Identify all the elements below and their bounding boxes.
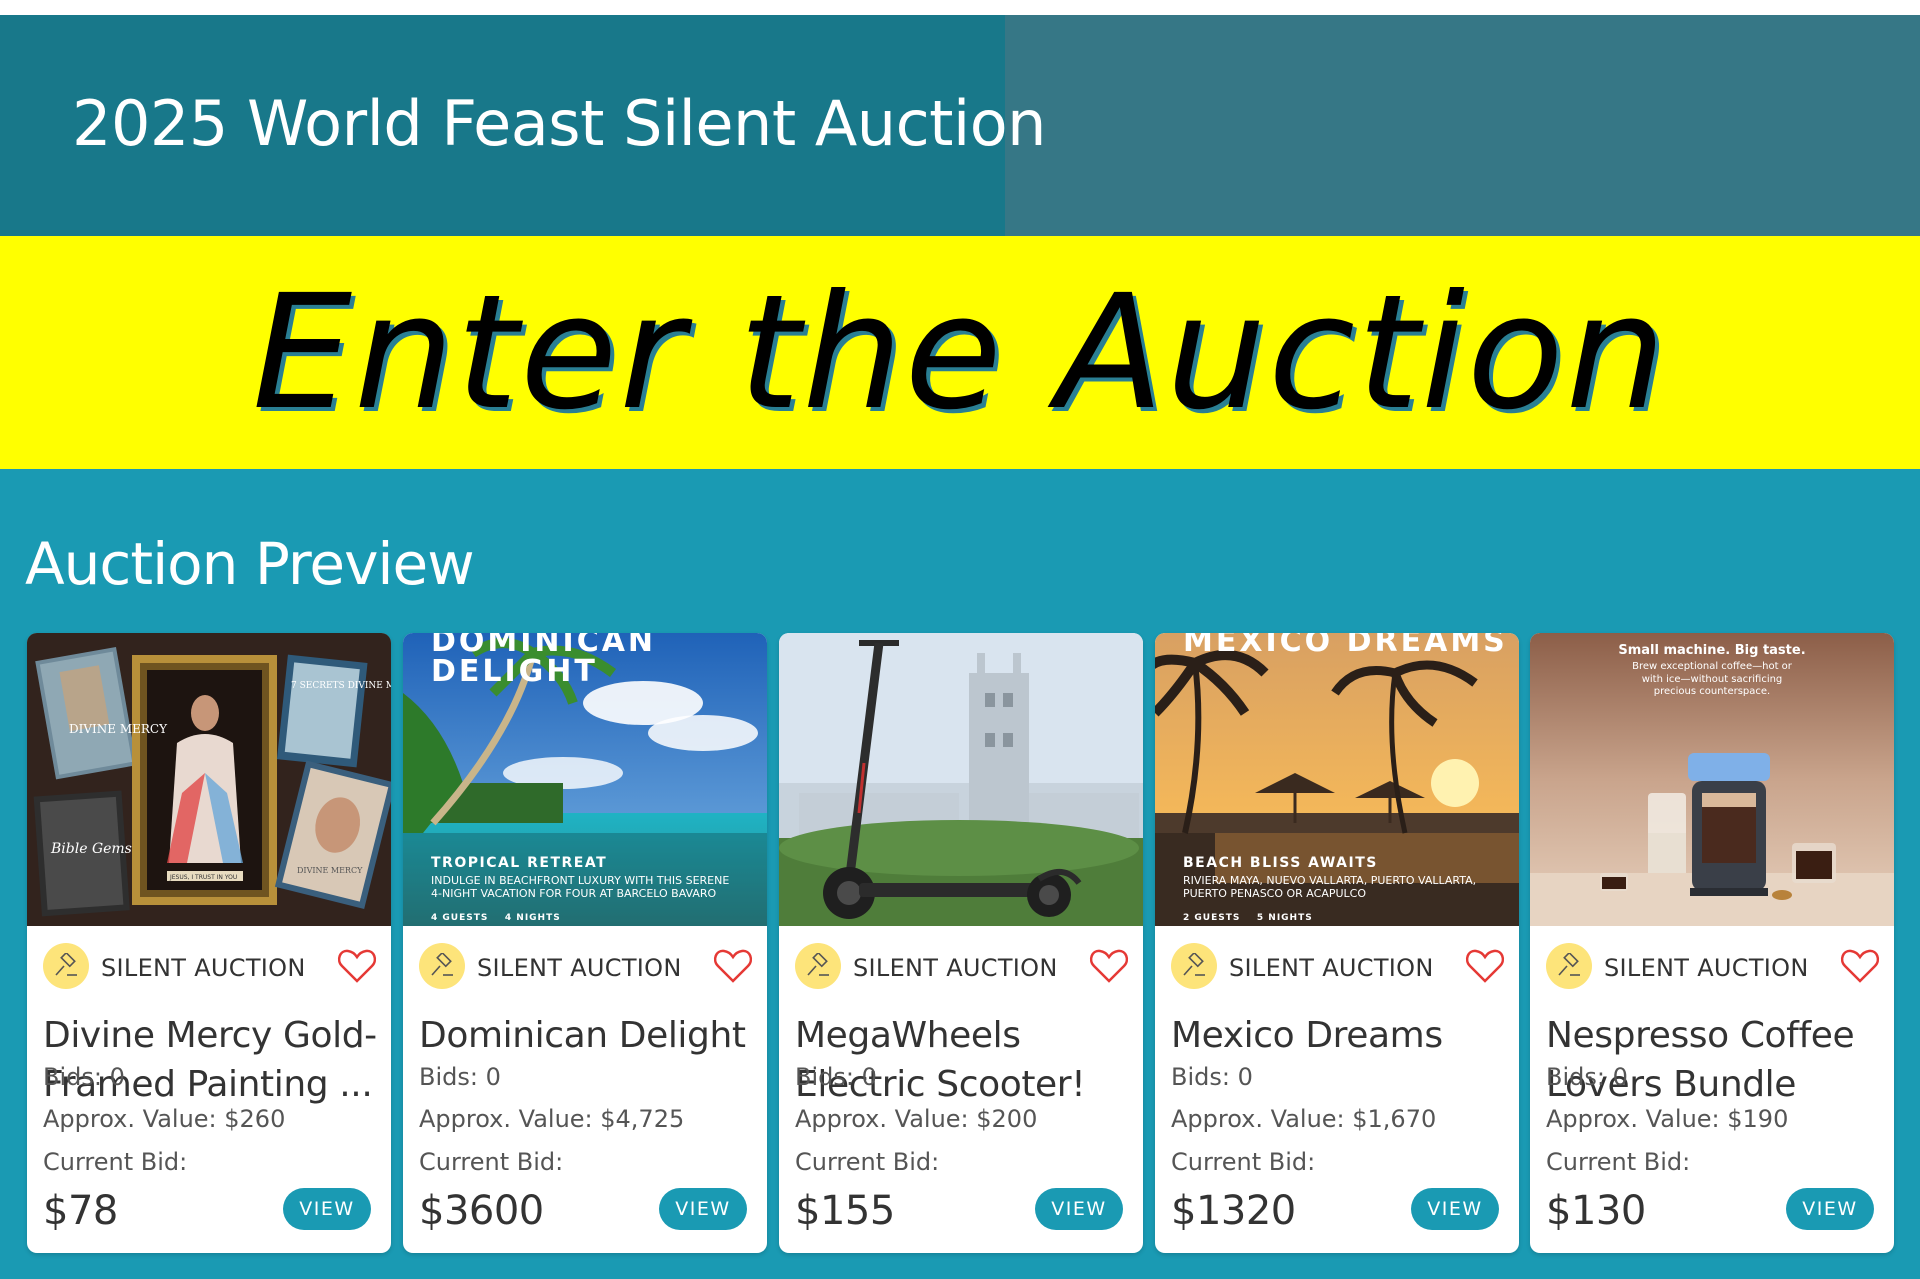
auction-type-label: SILENT AUCTION — [853, 954, 1058, 982]
item-title[interactable]: Dominican Delight — [419, 1011, 753, 1060]
approx-value: Approx. Value: $190 — [1546, 1105, 1789, 1133]
view-button[interactable]: VIEW — [283, 1188, 371, 1230]
current-bid-label: Current Bid: — [1171, 1148, 1316, 1176]
enter-auction-banner[interactable]: Enter the Auction — [0, 236, 1920, 469]
auction-type-label: SILENT AUCTION — [101, 954, 306, 982]
book-title-text: Bible Gems — [50, 841, 132, 857]
bids-count: Bids: 0 — [1171, 1063, 1253, 1091]
gavel-icon — [43, 943, 89, 989]
nights-text: 5 NIGHTS — [1256, 913, 1313, 923]
gavel-icon — [419, 943, 465, 989]
current-bid-label: Current Bid: — [43, 1148, 188, 1176]
favorite-heart-icon[interactable] — [337, 948, 377, 984]
bids-count: Bids: 0 — [795, 1063, 877, 1091]
approx-value: Approx. Value: $4,725 — [419, 1105, 685, 1133]
enter-auction-text[interactable]: Enter the Auction — [0, 236, 1920, 469]
auction-card[interactable]: MEXICO DREAMS BEACH BLISS AWAITS RIVIERA… — [1155, 633, 1519, 1253]
image-headline: DOMINICAN DELIGHT — [431, 633, 657, 689]
book-title-text: DIVINE MERCY — [69, 722, 168, 736]
guests-text: 2 GUESTS — [1183, 913, 1241, 923]
item-title[interactable]: Mexico Dreams — [1171, 1011, 1505, 1060]
guests-text: 4 GUESTS — [431, 913, 489, 923]
header-title-panel: 2025 World Feast Silent Auction — [0, 15, 1046, 236]
section-title: Auction Preview — [25, 530, 475, 598]
book-title-text: DIVINE MERCY — [297, 866, 363, 875]
gavel-icon — [1546, 943, 1592, 989]
bids-count: Bids: 0 — [43, 1063, 125, 1091]
current-bid-amount: $155 — [795, 1188, 895, 1234]
approx-value: Approx. Value: $1,670 — [1171, 1105, 1437, 1133]
view-button[interactable]: VIEW — [659, 1188, 747, 1230]
view-button[interactable]: VIEW — [1786, 1188, 1874, 1230]
current-bid-amount: $78 — [43, 1188, 118, 1234]
auction-type-label: SILENT AUCTION — [1229, 954, 1434, 982]
image-description: RIVIERA MAYA, NUEVO VALLARTA, PUERTO VAL… — [1183, 874, 1477, 900]
current-bid-label: Current Bid: — [1546, 1148, 1691, 1176]
tropical-beach-image[interactable]: DOMINICAN DELIGHT TROPICAL RETREAT INDUL… — [403, 633, 767, 926]
image-detail: 4 GUESTS 4 NIGHTS — [431, 913, 561, 923]
favorite-heart-icon[interactable] — [1840, 948, 1880, 984]
site-header: 2025 World Feast Silent Auction — [0, 15, 1920, 236]
nights-text: 4 NIGHTS — [504, 913, 561, 923]
gavel-icon — [795, 943, 841, 989]
site-title: 2025 World Feast Silent Auction — [72, 87, 1046, 160]
auction-card[interactable]: DOMINICAN DELIGHT TROPICAL RETREAT INDUL… — [403, 633, 767, 1253]
item-title[interactable]: MegaWheels Electric Scooter! — [795, 1011, 1129, 1109]
auction-type-label: SILENT AUCTION — [1604, 954, 1809, 982]
image-description: INDULGE IN BEACHFRONT LUXURY WITH THIS S… — [431, 874, 730, 900]
current-bid-amount: $1320 — [1171, 1188, 1296, 1234]
current-bid-amount: $130 — [1546, 1188, 1646, 1234]
approx-value: Approx. Value: $200 — [795, 1105, 1038, 1133]
bids-count: Bids: 0 — [1546, 1063, 1628, 1091]
gavel-icon — [1171, 943, 1217, 989]
view-button[interactable]: VIEW — [1035, 1188, 1123, 1230]
image-subheadline: BEACH BLISS AWAITS — [1183, 855, 1378, 871]
image-headline: MEXICO DREAMS — [1183, 633, 1508, 659]
auction-type-label: SILENT AUCTION — [477, 954, 682, 982]
electric-scooter-image[interactable] — [779, 633, 1143, 926]
top-edge-line — [0, 0, 1920, 15]
coffee-machine-image[interactable]: Small machine. Big taste. Brew exception… — [1530, 633, 1894, 926]
resort-sunset-image[interactable]: MEXICO DREAMS BEACH BLISS AWAITS RIVIERA… — [1155, 633, 1519, 926]
auction-card[interactable]: SILENT AUCTION MegaWheels Electric Scoot… — [779, 633, 1143, 1253]
favorite-heart-icon[interactable] — [1089, 948, 1129, 984]
bids-count: Bids: 0 — [419, 1063, 501, 1091]
image-detail: 2 GUESTS 5 NIGHTS — [1183, 913, 1313, 923]
image-subheadline: TROPICAL RETREAT — [431, 855, 608, 871]
image-description: Brew exceptional coffee—hot or with ice—… — [1632, 661, 1792, 697]
item-title[interactable]: Nespresso Coffee Lovers Bundle — [1546, 1011, 1880, 1109]
approx-value: Approx. Value: $260 — [43, 1105, 286, 1133]
divine-mercy-painting-image[interactable]: DIVINE MERCY 7 SECRETS DIVINE MERCY Bibl… — [27, 633, 391, 926]
auction-card[interactable]: Small machine. Big taste. Brew exception… — [1530, 633, 1894, 1253]
current-bid-label: Current Bid: — [795, 1148, 940, 1176]
current-bid-label: Current Bid: — [419, 1148, 564, 1176]
book-title-text: 7 SECRETS DIVINE MERCY — [291, 681, 391, 691]
item-title[interactable]: Divine Mercy Gold-Framed Painting ... — [43, 1011, 377, 1109]
frame-caption-text: JESUS, I TRUST IN YOU — [169, 874, 237, 881]
favorite-heart-icon[interactable] — [713, 948, 753, 984]
favorite-heart-icon[interactable] — [1465, 948, 1505, 984]
auction-card[interactable]: DIVINE MERCY 7 SECRETS DIVINE MERCY Bibl… — [27, 633, 391, 1253]
view-button[interactable]: VIEW — [1411, 1188, 1499, 1230]
current-bid-amount: $3600 — [419, 1188, 544, 1234]
image-headline: Small machine. Big taste. — [1618, 643, 1806, 658]
